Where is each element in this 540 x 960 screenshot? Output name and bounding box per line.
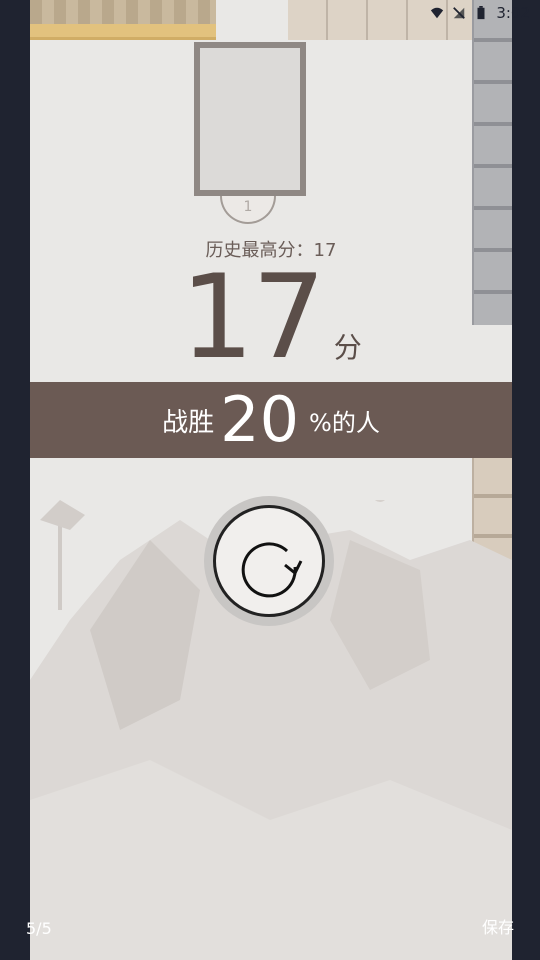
- score-display: 17 分: [30, 258, 512, 378]
- rank-banner: 战胜 20 %的人: [30, 382, 512, 458]
- hanging-frame: [194, 42, 306, 196]
- replay-button[interactable]: [204, 496, 334, 626]
- frame-hook: 1: [220, 196, 276, 224]
- score-unit: 分: [333, 331, 362, 364]
- status-time: 3:02: [496, 4, 530, 22]
- battery-icon: [477, 6, 485, 20]
- frame-number: 1: [243, 199, 253, 215]
- save-button[interactable]: 保存: [482, 914, 514, 938]
- wifi-icon: [431, 7, 444, 19]
- signal-icon: [453, 7, 466, 19]
- beat-suffix: %的人: [309, 408, 380, 437]
- sand-bricks: [30, 0, 216, 26]
- sand-layer: [30, 24, 216, 40]
- game-canvas: 1 历史最高分：17 17 分 战胜 20 %的人: [30, 0, 512, 960]
- beat-percent: 20: [220, 383, 300, 456]
- page-indicator: 5/5: [26, 919, 52, 938]
- sand-platform: [30, 0, 216, 40]
- score-value: 17: [180, 250, 326, 385]
- replay-icon: [241, 542, 303, 598]
- beat-prefix: 战胜: [162, 407, 215, 438]
- screen: 1 历史最高分：17 17 分 战胜 20 %的人 3:02 5/5 保存: [0, 0, 540, 960]
- status-bar: 3:02: [430, 4, 530, 22]
- replay-button-inner[interactable]: [213, 505, 325, 617]
